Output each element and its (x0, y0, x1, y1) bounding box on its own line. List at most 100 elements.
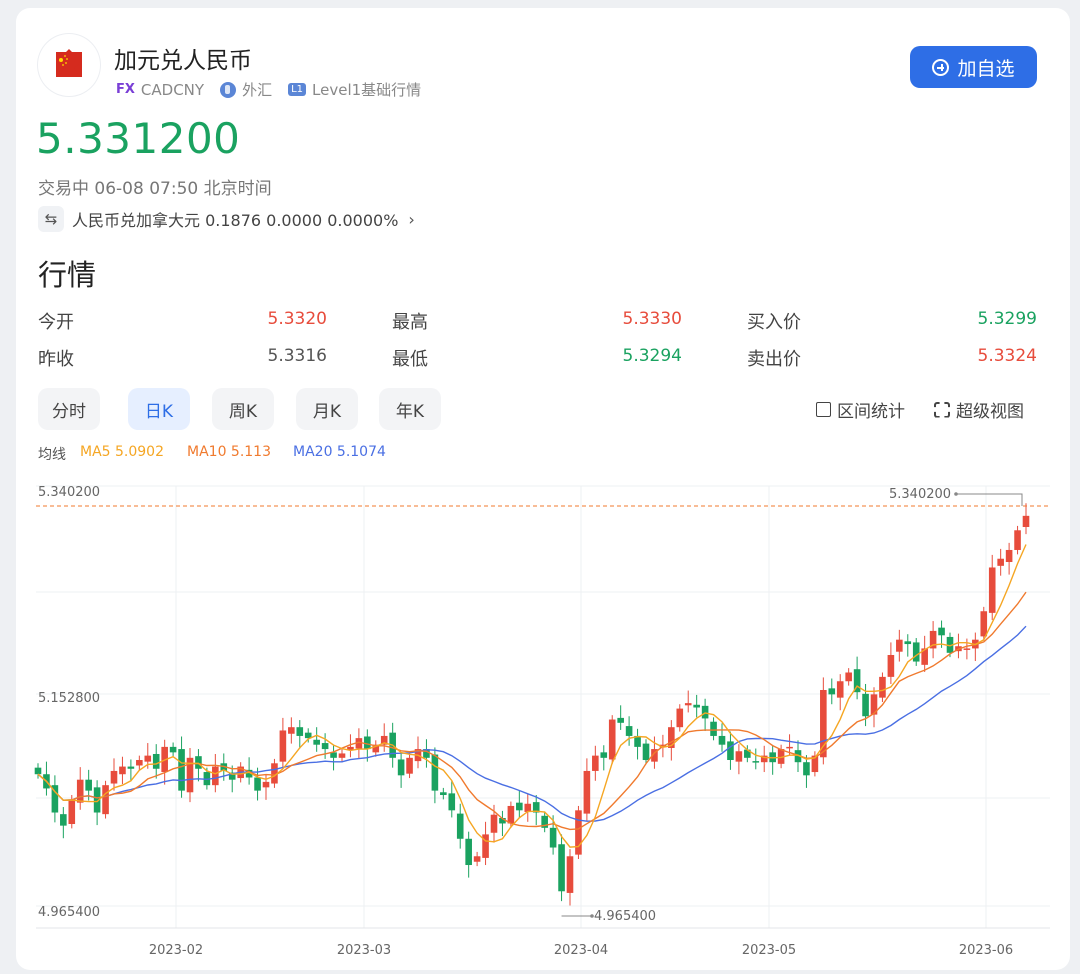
max-pointer-dot (954, 492, 958, 496)
quote-label-ask: 卖出价 (747, 349, 801, 370)
canada-flag-logo (38, 34, 100, 96)
level1-badge-icon: L1 (288, 83, 307, 96)
candle-body (997, 558, 1004, 566)
candle-body (152, 753, 160, 769)
min-price-label: 4.965400 (594, 909, 656, 924)
candle-body (710, 721, 717, 736)
candle-body (1022, 515, 1030, 528)
candle-body (406, 757, 413, 774)
candle-body (288, 727, 295, 734)
x-tick-label: 2023-03 (337, 943, 391, 958)
candle-body (727, 741, 734, 761)
candle-body (1014, 530, 1021, 550)
candle-body (845, 672, 852, 682)
ma5-line (37, 544, 1027, 848)
candle-body (440, 792, 447, 796)
y-tick-label: 5.340200 (38, 485, 100, 500)
kline-chart[interactable]: 5.340200 5.152800 4.965400 5.340200 4.96… (16, 470, 1070, 970)
quote-value-ask: 5.3324 (977, 346, 1037, 366)
quote-label-prev-close: 昨收 (38, 349, 74, 370)
candle-body (102, 785, 109, 815)
range-stats-icon (816, 402, 831, 417)
quote-value-open: 5.3320 (267, 309, 327, 329)
candle-body (279, 730, 287, 762)
candle-body (524, 803, 532, 812)
candle-body (684, 703, 692, 706)
tab-weekly-k[interactable]: 周K (212, 388, 274, 430)
candle-body (397, 759, 405, 776)
candle-body (169, 746, 177, 753)
candle-body (456, 813, 464, 839)
extreme-markers: 5.340200 4.965400 (36, 487, 1050, 924)
level-label: Level1基础行情 (312, 81, 422, 99)
candle-body (195, 756, 202, 769)
x-tick-label: 2023-05 (742, 943, 796, 958)
candle-body (980, 611, 988, 637)
candle-body (212, 766, 219, 786)
candle-body (912, 642, 920, 662)
candle-body (828, 688, 836, 695)
range-stats-button[interactable]: 区间统计 (816, 397, 905, 422)
candle-body (617, 717, 624, 723)
candle-body (896, 639, 903, 652)
candle-body (34, 767, 42, 775)
candle-body (68, 799, 76, 825)
x-tick-label: 2023-04 (554, 943, 608, 958)
candle-body (600, 752, 608, 758)
flag-icon (56, 49, 82, 77)
candle-body (110, 770, 118, 784)
candle-body (963, 648, 971, 650)
add-watchlist-button[interactable]: 加自选 (910, 46, 1037, 88)
ma10-line (37, 591, 1027, 831)
candle-body (786, 746, 793, 749)
candle-body (879, 676, 886, 698)
candle-body (516, 802, 523, 811)
candle-body (313, 739, 320, 745)
tab-intraday[interactable]: 分时 (38, 388, 100, 430)
candle-body (642, 743, 650, 761)
quote-label-open: 今开 (38, 312, 74, 333)
candle-body (608, 719, 616, 760)
min-pointer-dot (590, 914, 594, 918)
tab-monthly-k[interactable]: 月K (296, 388, 358, 430)
candle-body (701, 705, 709, 719)
ma20-value: MA20 5.1074 (293, 444, 386, 460)
instrument-meta: FX CADCNY 外汇 L1 Level1基础行情 (116, 79, 421, 100)
reverse-pair-link[interactable]: ⇆ 人民币兑加拿大元 0.1876 0.0000 0.0000% › (38, 206, 415, 232)
candle-body (85, 779, 92, 791)
candle-body (296, 727, 304, 736)
candle-body (583, 770, 591, 814)
candle-body (803, 762, 810, 776)
swap-icon: ⇆ (38, 206, 64, 232)
y-tick-label: 5.152800 (38, 691, 100, 706)
quote-label-low: 最低 (392, 349, 428, 370)
tab-daily-k[interactable]: 日K (128, 388, 190, 430)
quote-label-bid: 买入价 (747, 312, 801, 333)
max-price-label: 5.340200 (889, 487, 951, 502)
x-tick-label: 2023-06 (959, 943, 1013, 958)
range-stats-label: 区间统计 (837, 402, 905, 422)
candle-body (735, 751, 743, 762)
candle-body (836, 681, 844, 698)
fullscreen-icon (934, 402, 950, 418)
candle-body (718, 735, 726, 745)
candle-body (338, 753, 346, 758)
ma-lines (37, 544, 1027, 848)
quote-value-high: 5.3330 (622, 309, 682, 329)
candle-body (465, 838, 472, 866)
max-pointer (956, 493, 1023, 506)
y-axis-labels: 5.340200 5.152800 4.965400 (38, 485, 100, 920)
candle-body (262, 781, 270, 788)
symbol-code: CADCNY (140, 80, 205, 99)
candle-body (119, 766, 126, 775)
candle-body (127, 766, 135, 769)
candle-body (490, 814, 498, 833)
tab-yearly-k[interactable]: 年K (379, 388, 441, 430)
fx-badge: FX (116, 82, 135, 97)
ma5-value: MA5 5.0902 (80, 444, 164, 460)
chevron-right-icon: › (408, 209, 415, 229)
super-view-button[interactable]: 超级视图 (934, 397, 1024, 422)
y-tick-label: 4.965400 (38, 905, 100, 920)
last-price: 5.331200 (36, 114, 241, 163)
candle-body (507, 805, 515, 824)
